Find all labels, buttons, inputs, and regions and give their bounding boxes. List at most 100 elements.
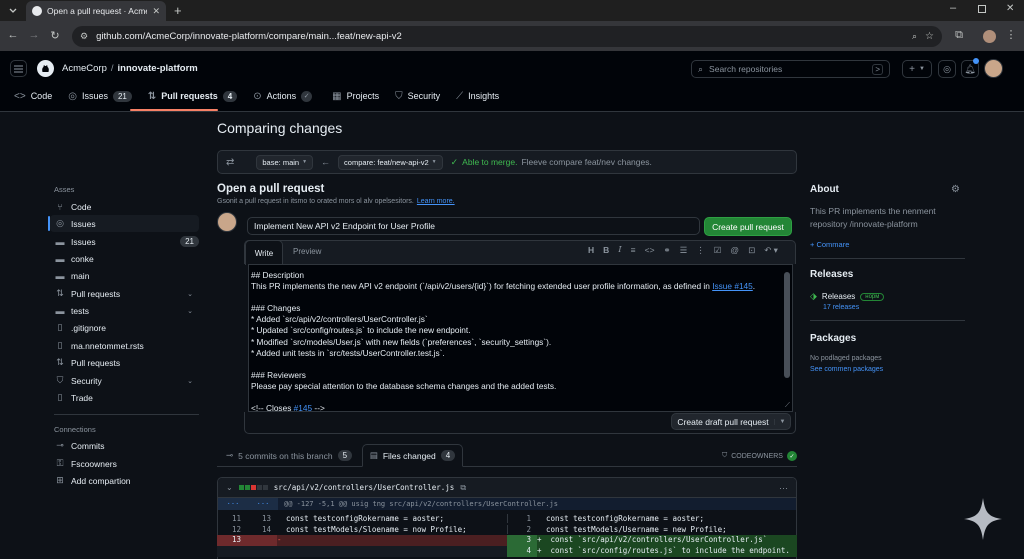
sidebar-divider — [54, 414, 199, 415]
search-input[interactable]: ⌕ Search repositories > — [691, 60, 890, 78]
mention-icon[interactable]: @ — [730, 245, 739, 256]
notification-dot — [973, 58, 979, 64]
about-gear-icon[interactable]: ⚙ — [951, 184, 960, 195]
sidebar-item-label: Commits — [71, 440, 105, 451]
restore-icon[interactable] — [978, 5, 986, 13]
sidebar-item-label: tests — [71, 305, 89, 316]
draft-chevron-icon[interactable]: ▼ — [774, 418, 790, 425]
browser-tab[interactable]: Open a pull request · AcmeC ✕ — [26, 1, 166, 21]
heading-icon[interactable]: H — [588, 245, 594, 256]
packages-link[interactable]: See commen packages — [810, 366, 883, 373]
browser-menu-icon[interactable]: ⋮ — [1004, 28, 1018, 41]
tab-code[interactable]: <> Code — [14, 91, 52, 102]
tab-search-icon[interactable] — [7, 4, 19, 16]
chevron-down-icon[interactable]: ⌄ — [187, 290, 199, 298]
bold-icon[interactable]: B — [603, 245, 609, 256]
sidebar-item-file[interactable]: ▯ ma.nnetommet.rsts — [54, 337, 199, 354]
tab-files-changed[interactable]: ▤ Files changed 4 — [362, 444, 463, 467]
sidebar-item-commits[interactable]: ⊸ Commits — [54, 437, 199, 454]
create-pull-request-button[interactable]: Create pull request — [704, 217, 792, 236]
ordered-list-icon[interactable]: ⋮ — [696, 245, 705, 256]
chevron-down-icon[interactable]: ⌄ — [187, 377, 199, 385]
tab-preview[interactable]: Preview — [293, 247, 321, 256]
forward-icon[interactable]: → — [27, 29, 41, 41]
address-bar[interactable]: ⚙ github.com/AcmeCorp/innovate-platform/… — [72, 26, 942, 47]
copy-icon[interactable]: ⧉ — [460, 483, 466, 493]
resize-handle-icon[interactable]: ⟋ — [785, 402, 790, 410]
site-info-icon[interactable]: ⚙ — [80, 31, 88, 42]
tag-icon: ⬗ — [810, 291, 817, 301]
sidebar-item-tests[interactable]: ▬ tests ⌄ — [54, 302, 199, 319]
sidebar-item-add-comparison[interactable]: ⊞ Add compartion — [54, 472, 199, 489]
tab-close-icon[interactable]: ✕ — [152, 6, 160, 17]
issues-icon[interactable]: ◎ — [938, 60, 956, 78]
profile-avatar[interactable] — [983, 30, 996, 43]
sidebar-item-label: main — [71, 270, 90, 281]
italic-icon[interactable]: I — [618, 245, 621, 256]
diff-file-header: ⌄ src/api/v2/controllers/UserController.… — [218, 478, 796, 498]
reload-icon[interactable]: ↻ — [48, 29, 62, 42]
release-count[interactable]: 17 releases — [823, 304, 859, 311]
hamburger-menu-icon[interactable] — [10, 60, 27, 77]
back-icon[interactable]: ← — [6, 29, 20, 41]
codeowners-badge[interactable]: ⛉ CODEOWNERS ✓ — [722, 451, 797, 461]
about-link[interactable]: + Commare — [810, 240, 849, 249]
create-draft-button[interactable]: Create draft pull request ▼ — [671, 413, 791, 430]
play-icon: ⊙ — [253, 90, 262, 102]
compare-branch-select[interactable]: compare: feat/new-api-v2 ▼ — [338, 154, 443, 170]
learn-more-link[interactable]: Learn more. — [417, 198, 455, 205]
tab-issues[interactable]: ◎ Issues 21 — [68, 90, 132, 102]
create-new-button[interactable]: + ▼ — [902, 60, 932, 78]
sidebar-item-main[interactable]: ▬ main — [54, 267, 199, 284]
release-item[interactable]: ⬗ Releases норм — [810, 291, 885, 302]
user-avatar[interactable] — [984, 59, 1003, 78]
new-tab-icon[interactable]: + — [174, 3, 182, 18]
pr-title-input[interactable]: Implement New API v2 Endpoint for User P… — [247, 217, 700, 235]
sidebar-item-conke[interactable]: ▬ conke — [54, 250, 199, 267]
issue-link[interactable]: Issue #145 — [712, 281, 753, 291]
tab-pull-requests[interactable]: ⇅ Pull requests 4 — [148, 90, 238, 102]
quote-icon[interactable]: ≡ — [631, 245, 636, 256]
sidebar-item-issues-folder[interactable]: ▬ Issues 21 — [54, 233, 199, 250]
base-branch-select[interactable]: base: main ▼ — [256, 154, 314, 170]
sidebar-item-trade[interactable]: ▯ Trade — [54, 389, 199, 406]
sidebar-item-issues[interactable]: ◎ Issues — [54, 215, 199, 232]
pr-body-textarea[interactable]: ## Description This PR implements the ne… — [248, 264, 793, 413]
sidebar-item-gitignore[interactable]: ▯ .gitignore — [54, 319, 199, 336]
undo-icon[interactable]: ↶ ▾ — [764, 245, 778, 256]
expand-up-button[interactable]: ... — [218, 498, 248, 510]
bookmark-star-icon[interactable]: ☆ — [925, 31, 934, 42]
minimize-icon[interactable]: – — [950, 2, 956, 14]
packages-title: Packages — [810, 333, 857, 344]
tab-projects[interactable]: ▦ Projects — [332, 91, 379, 102]
reference-icon[interactable]: ⊡ — [748, 245, 755, 256]
github-logo-icon[interactable] — [37, 60, 54, 77]
tab-insights[interactable]: ⟋ Insights — [456, 91, 499, 102]
editor-scrollbar[interactable] — [784, 272, 790, 378]
repo-name-link[interactable]: innovate-platform — [118, 63, 198, 74]
sidebar-item-code[interactable]: ⑂ Code — [54, 198, 199, 215]
repo-owner-link[interactable]: AcmeCorp — [62, 63, 107, 74]
task-list-icon[interactable]: ☑ — [714, 245, 722, 256]
sidebar-item-codeowners[interactable]: ⚿ Fscoowners — [54, 455, 199, 472]
unordered-list-icon[interactable]: ☰ — [680, 245, 688, 256]
expand-down-button[interactable]: ... — [248, 498, 278, 510]
compare-branch-label: compare: feat/new-api-v2 — [344, 157, 429, 167]
link-icon[interactable]: ⚭ — [664, 245, 671, 256]
zoom-icon[interactable]: ⌕ — [912, 31, 917, 42]
extensions-icon[interactable]: ⧉ — [952, 29, 966, 42]
tab-commits[interactable]: ⊸ 5 commits on this branch 5 — [226, 450, 353, 461]
create-pull-request-label: Create pull request — [712, 221, 784, 232]
sidebar-item-pull-requests-2[interactable]: ⇅ Pull requests — [54, 354, 199, 371]
window-close-icon[interactable]: ✕ — [1006, 3, 1014, 14]
chevron-down-icon[interactable]: ⌄ — [187, 307, 199, 315]
sidebar-item-pull-requests[interactable]: ⇅ Pull requests ⌄ — [54, 285, 199, 302]
tab-actions[interactable]: ⊙ Actions ✓ — [253, 90, 313, 102]
collapse-chevron-icon[interactable]: ⌄ — [226, 483, 233, 492]
sidebar-item-security[interactable]: ⛉ Security ⌄ — [54, 372, 199, 389]
tab-security[interactable]: ⛉ Security — [395, 91, 440, 102]
more-options-icon[interactable]: ··· — [779, 483, 788, 493]
releases-divider — [810, 320, 965, 321]
code-icon[interactable]: <> — [645, 245, 655, 256]
tab-write[interactable]: Write — [245, 240, 283, 265]
